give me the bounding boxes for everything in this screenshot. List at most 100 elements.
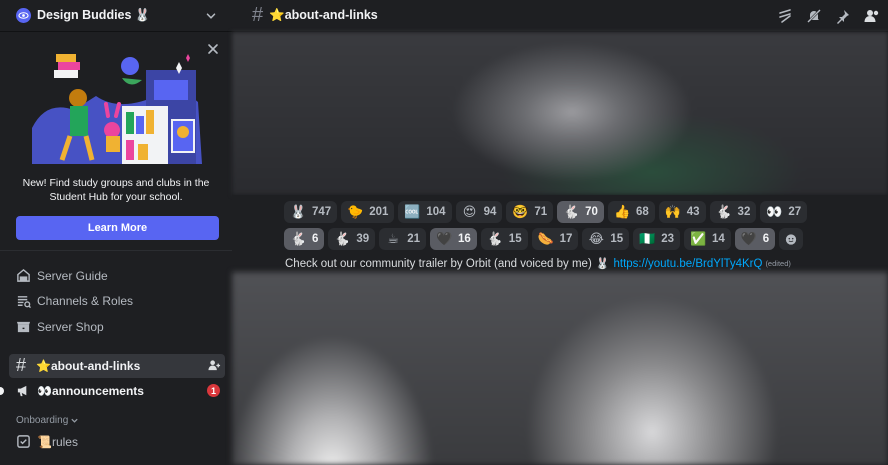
reaction-pill[interactable]: 🆒 104 bbox=[398, 201, 452, 223]
add-reaction-icon bbox=[786, 233, 797, 245]
reaction-pill[interactable]: 🐇 39 bbox=[328, 228, 376, 250]
reaction-pill[interactable]: 🐇 6 bbox=[284, 228, 325, 250]
reaction-emoji: ☕ bbox=[387, 231, 400, 246]
reaction-pill[interactable]: 🐇 32 bbox=[709, 201, 757, 223]
close-icon[interactable] bbox=[206, 42, 220, 56]
reaction-emoji: 🐇 bbox=[715, 204, 732, 219]
hashtag-icon: # bbox=[252, 4, 264, 26]
reaction-pill[interactable]: 🐰 747 bbox=[284, 201, 338, 223]
reactions-bar: 🐰 747 🐤 201 🆒 104 😍 94 🤓 71 🐇 70 👍 68 🙌 43 🐇 32 👀 27 🐇 6 🐇 39 ☕… bbox=[232, 195, 888, 255]
reaction-pill[interactable]: 🤓 71 bbox=[506, 201, 554, 223]
student-hub-illustration bbox=[32, 54, 202, 164]
reaction-emoji: 👍 bbox=[613, 204, 631, 219]
pin-icon[interactable] bbox=[835, 8, 851, 24]
reaction-count: 747 bbox=[312, 206, 332, 218]
reactions-row: 🐇 6 🐇 39 ☕ 21 🖤 16 🐇 15 🌭 17 😂 15 🇳🇬 23 ✅ 14 🖤 6 bbox=[284, 228, 888, 250]
reaction-count: 17 bbox=[559, 233, 573, 245]
reaction-emoji: 🖤 bbox=[436, 231, 453, 246]
header-toolbar bbox=[777, 8, 888, 24]
reaction-pill[interactable]: 🐤 201 bbox=[341, 201, 395, 223]
reaction-count: 14 bbox=[711, 233, 725, 245]
nav-label: Server Guide bbox=[37, 268, 108, 283]
reaction-count: 15 bbox=[508, 233, 522, 245]
reaction-emoji: 🐇 bbox=[334, 231, 351, 246]
shop-icon bbox=[16, 322, 31, 333]
reaction-pill[interactable]: 😍 94 bbox=[455, 201, 503, 223]
reaction-pill[interactable]: 😂 15 bbox=[582, 228, 630, 250]
reaction-count: 70 bbox=[585, 206, 598, 218]
reaction-emoji: 🐇 bbox=[486, 231, 503, 246]
reaction-emoji: 😂 bbox=[588, 231, 604, 246]
reaction-pill[interactable]: 🇳🇬 23 bbox=[633, 228, 680, 250]
message-line: Check out our community trailer by Orbit… bbox=[232, 255, 888, 272]
add-reaction-button[interactable] bbox=[779, 228, 804, 250]
server-icon bbox=[16, 8, 31, 23]
reaction-emoji: 😍 bbox=[462, 204, 477, 219]
chevron-down-icon bbox=[71, 418, 78, 423]
reaction-emoji: 🇳🇬 bbox=[639, 231, 656, 246]
reaction-count: 15 bbox=[610, 233, 624, 245]
reaction-pill[interactable]: 🌭 17 bbox=[531, 228, 579, 250]
channel-rules[interactable]: 📜rules bbox=[9, 430, 225, 454]
threads-icon[interactable] bbox=[777, 8, 793, 24]
channel-title: ⭐about-and-links bbox=[269, 8, 378, 22]
reaction-pill[interactable]: 👍 68 bbox=[607, 201, 655, 223]
server-name: Design Buddies 🐰 bbox=[37, 8, 151, 22]
channel-sidebar: Design Buddies 🐰 New! Find study groups … bbox=[0, 0, 232, 465]
reaction-count: 43 bbox=[686, 206, 700, 218]
youtube-link[interactable]: https://youtu.be/BrdYlTy4KrQ bbox=[614, 258, 763, 270]
student-hub-promo: New! Find study groups and clubs in the … bbox=[0, 40, 232, 240]
mention-badge: 1 bbox=[207, 384, 220, 397]
message-text: Check out our community trailer by Orbit… bbox=[285, 257, 592, 270]
reaction-pill[interactable]: 🐇 70 bbox=[557, 201, 604, 223]
reaction-emoji: 🙌 bbox=[664, 204, 681, 219]
reaction-count: 71 bbox=[534, 206, 548, 218]
reaction-emoji: 🤓 bbox=[512, 204, 529, 219]
reaction-count: 68 bbox=[635, 206, 649, 218]
blurred-image-top bbox=[232, 32, 888, 195]
reaction-emoji: 🐰 bbox=[290, 204, 307, 219]
reaction-emoji: 🆒 bbox=[404, 204, 421, 219]
channel-announcements[interactable]: 👀announcements 1 bbox=[0, 379, 225, 403]
channel-name: ⭐about-and-links bbox=[36, 358, 141, 373]
nav-server-guide[interactable]: Server Guide bbox=[0, 263, 232, 289]
category-onboarding[interactable]: Onboarding bbox=[16, 415, 232, 426]
reaction-pill[interactable]: 🙌 43 bbox=[658, 201, 706, 223]
member-list-icon[interactable] bbox=[864, 8, 880, 24]
reaction-emoji: 👀 bbox=[766, 204, 783, 219]
reaction-count: 6 bbox=[312, 233, 319, 245]
reaction-pill[interactable]: 🖤 16 bbox=[430, 228, 477, 250]
nav-label: Channels & Roles bbox=[37, 294, 134, 309]
reaction-pill[interactable]: ✅ 14 bbox=[683, 228, 731, 250]
channel-header: # ⭐about-and-links bbox=[232, 0, 888, 32]
reaction-count: 201 bbox=[369, 206, 389, 218]
reaction-count: 32 bbox=[737, 206, 751, 218]
checkbox-icon bbox=[17, 435, 30, 448]
reaction-count: 27 bbox=[788, 206, 802, 218]
reactions-row: 🐰 747 🐤 201 🆒 104 😍 94 🤓 71 🐇 70 👍 68 🙌 43 🐇 32 👀 27 bbox=[284, 201, 888, 223]
channel-about-and-links[interactable]: # ⭐about-and-links bbox=[9, 353, 225, 378]
chevron-down-icon[interactable] bbox=[204, 9, 218, 23]
reaction-emoji: 🐇 bbox=[290, 231, 307, 246]
reaction-emoji: 🐇 bbox=[563, 204, 580, 219]
learn-more-button[interactable]: Learn More bbox=[16, 216, 219, 240]
server-header[interactable]: Design Buddies 🐰 bbox=[0, 0, 232, 32]
reaction-emoji: 🌭 bbox=[537, 231, 554, 246]
category-label: Onboarding bbox=[16, 414, 69, 426]
reaction-pill[interactable]: 🖤 6 bbox=[734, 228, 776, 250]
nav-server-shop[interactable]: Server Shop bbox=[0, 314, 232, 340]
blurred-image-bottom bbox=[232, 272, 888, 465]
nav-label: Server Shop bbox=[37, 319, 104, 334]
nav-channels-roles[interactable]: Channels & Roles bbox=[0, 289, 232, 315]
reaction-emoji: 🐤 bbox=[347, 204, 364, 219]
reaction-pill[interactable]: ☕ 21 bbox=[379, 228, 426, 250]
add-member-icon[interactable] bbox=[208, 359, 221, 372]
channels-roles-icon bbox=[17, 295, 31, 308]
reaction-pill[interactable]: 👀 27 bbox=[760, 201, 808, 223]
mute-bell-icon[interactable] bbox=[806, 8, 822, 24]
reaction-pill[interactable]: 🐇 15 bbox=[480, 228, 528, 250]
reaction-count: 104 bbox=[426, 206, 446, 218]
reaction-count: 39 bbox=[356, 233, 370, 245]
reaction-emoji: ✅ bbox=[689, 231, 707, 246]
reaction-count: 23 bbox=[661, 233, 674, 245]
